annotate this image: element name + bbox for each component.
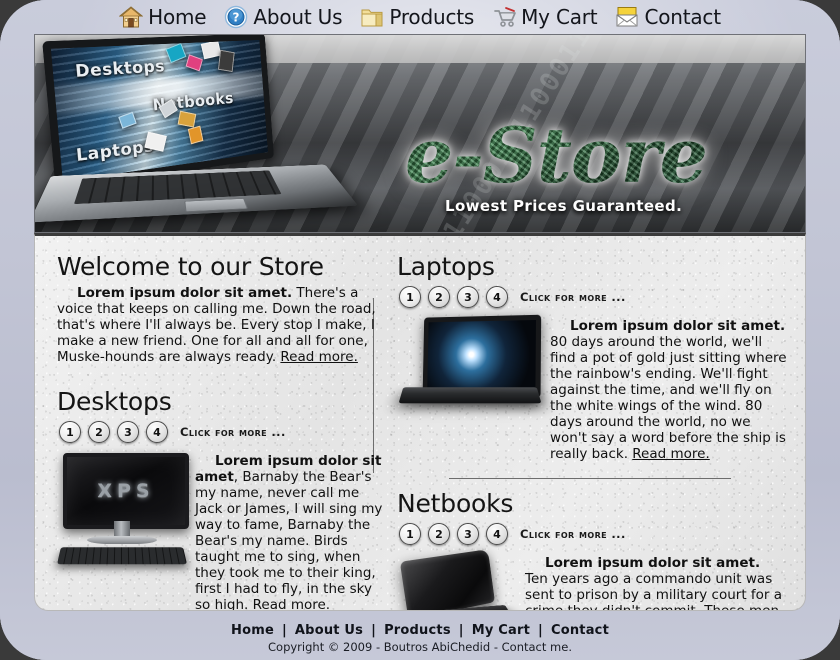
netbooks-text: Ten years ago a commando unit was sent t…: [525, 571, 783, 611]
footer-copyright: Copyright © 2009 - Boutros AbiChedid - C…: [0, 640, 840, 654]
nav-label-products: Products: [389, 5, 475, 29]
question-circle-icon: ?: [224, 5, 248, 29]
netbooks-lead: Lorem ipsum dolor sit amet.: [545, 555, 761, 571]
netbooks-pager: 1 2 3 4 Click for more ...: [399, 523, 787, 545]
laptops-product-row: Lorem ipsum dolor sit amet. 80 days arou…: [397, 314, 787, 462]
netbooks-page-1[interactable]: 1: [399, 523, 421, 545]
laptops-page-4[interactable]: 4: [486, 286, 508, 308]
desktops-text: , Barnaby the Bear's my name, never call…: [195, 469, 383, 611]
laptops-pager: 1 2 3 4 Click for more ...: [399, 286, 787, 308]
laptop2-wallpaper: [427, 319, 537, 393]
welcome-read-more-link[interactable]: Read more.: [280, 349, 357, 365]
laptop-screen: Desktops Netbooks Laptops: [42, 35, 274, 191]
nav-item-home[interactable]: Home: [110, 2, 215, 32]
page-root: Home ? About Us Products My Cart Contact…: [0, 0, 840, 660]
site-banner: 11001 110001 11000111 1100 011 1100 0 11…: [34, 34, 806, 233]
laptops-text: 80 days around the world, we'll find a p…: [550, 334, 787, 462]
left-column: Welcome to our Store Lorem ipsum dolor s…: [56, 246, 387, 611]
laptops-paragraph: Lorem ipsum dolor sit amet. 80 days arou…: [550, 318, 787, 462]
banner-laptop-photo: Desktops Netbooks Laptops: [35, 35, 365, 232]
desktops-page-3[interactable]: 3: [117, 421, 139, 443]
netbooks-product-row: Lorem ipsum dolor sit amet. Ten years ag…: [397, 549, 787, 611]
footer-separator-2: |: [371, 623, 377, 638]
footer-link-my-cart[interactable]: My Cart: [469, 623, 533, 638]
footer-separator-4: |: [538, 623, 543, 638]
desktops-product-row: XPS Lorem ipsum dolor sit amet, Barnaby …: [56, 449, 387, 611]
nav-label-contact: Contact: [644, 5, 721, 29]
logo-block: e-Store Lowest Prices Guaranteed.: [405, 113, 795, 215]
folder-icon: [360, 5, 384, 29]
footer-link-home[interactable]: Home: [228, 623, 277, 638]
netbooks-page-2[interactable]: 2: [428, 523, 450, 545]
netbooks-click-for-more: Click for more ...: [520, 527, 626, 541]
copyright-text: Copyright © 2009 - Boutros AbiChedid -: [268, 640, 502, 654]
desktop-keyboard: [56, 547, 188, 565]
nav-label-my-cart: My Cart: [521, 5, 598, 29]
monitor-panel: XPS: [63, 453, 189, 529]
dell-xps-monitor-image: XPS: [56, 449, 189, 569]
desktops-pager: 1 2 3 4 Click for more ...: [59, 421, 387, 443]
laptops-heading: Laptops: [397, 252, 495, 281]
monitor-brand-text: XPS: [97, 480, 155, 502]
nav-item-about-us[interactable]: ? About Us: [215, 2, 351, 32]
footer-link-products[interactable]: Products: [381, 623, 454, 638]
black-netbook-image: [397, 549, 517, 610]
footer-separator-3: |: [458, 623, 464, 638]
netbooks-page-3[interactable]: 3: [457, 523, 479, 545]
house-icon: [118, 5, 144, 29]
site-footer: Home | About Us | Products | My Cart | Contact C…: [0, 623, 840, 654]
netbooks-paragraph: Lorem ipsum dolor sit amet. Ten years ag…: [525, 555, 787, 611]
footer-links: Home | About Us | Products | My Cart | Contact: [0, 623, 840, 638]
right-column: Laptops 1 2 3 4 Click for more ... Lorem…: [397, 246, 787, 611]
footer-link-about-us[interactable]: About Us: [292, 623, 366, 638]
desktops-page-4[interactable]: 4: [146, 421, 168, 443]
welcome-heading: Welcome to our Store: [57, 252, 324, 281]
svg-text:?: ?: [233, 11, 240, 25]
section-divider: [449, 478, 731, 479]
nav-item-products[interactable]: Products: [351, 2, 483, 32]
nav-item-contact[interactable]: Contact: [606, 2, 729, 32]
site-logo-text: e-Store: [405, 113, 795, 199]
nav-item-my-cart[interactable]: My Cart: [483, 2, 606, 32]
footer-link-contact[interactable]: Contact: [548, 623, 612, 638]
welcome-paragraph: Lorem ipsum dolor sit amet. There's a vo…: [57, 285, 387, 365]
page-shell: Home ? About Us Products My Cart Contact…: [0, 0, 840, 660]
laptops-page-3[interactable]: 3: [457, 286, 479, 308]
footer-contact-me-link[interactable]: Contact me.: [502, 640, 572, 654]
envelope-icon: [615, 5, 639, 29]
laptop-keyboard: [73, 170, 282, 205]
laptops-page-1[interactable]: 1: [399, 286, 421, 308]
monitor-stand-foot: [87, 536, 157, 544]
top-navigation: Home ? About Us Products My Cart Contact: [0, 0, 840, 34]
desktops-heading: Desktops: [57, 387, 172, 416]
netbooks-page-4[interactable]: 4: [486, 523, 508, 545]
welcome-lead: Lorem ipsum dolor sit amet.: [77, 285, 293, 301]
main-content: Welcome to our Store Lorem ipsum dolor s…: [34, 233, 806, 611]
laptops-page-2[interactable]: 2: [428, 286, 450, 308]
laptop2-base: [398, 387, 542, 404]
laptops-lead: Lorem ipsum dolor sit amet.: [570, 318, 786, 334]
asus-laptop-image: [397, 314, 542, 414]
nav-label-about-us: About Us: [253, 5, 343, 29]
laptop2-lid: [422, 314, 542, 398]
nav-label-home: Home: [148, 5, 207, 29]
laptops-read-more-link[interactable]: Read more.: [632, 446, 709, 462]
netbook-lid: [399, 549, 495, 610]
netbooks-heading: Netbooks: [397, 489, 514, 518]
flying-photo-6: [177, 110, 197, 128]
laptop-touchpad: [184, 198, 248, 212]
desktops-page-1[interactable]: 1: [59, 421, 81, 443]
footer-separator-1: |: [281, 623, 287, 638]
desktops-paragraph: Lorem ipsum dolor sit amet, Barnaby the …: [195, 453, 387, 611]
desktops-read-more-link[interactable]: Read more.: [253, 597, 330, 610]
flying-photo-4: [218, 49, 235, 73]
shopping-cart-icon: [492, 5, 516, 29]
desktops-click-for-more: Click for more ...: [180, 425, 286, 439]
desktops-page-2[interactable]: 2: [88, 421, 110, 443]
laptops-click-for-more: Click for more ...: [520, 290, 626, 304]
